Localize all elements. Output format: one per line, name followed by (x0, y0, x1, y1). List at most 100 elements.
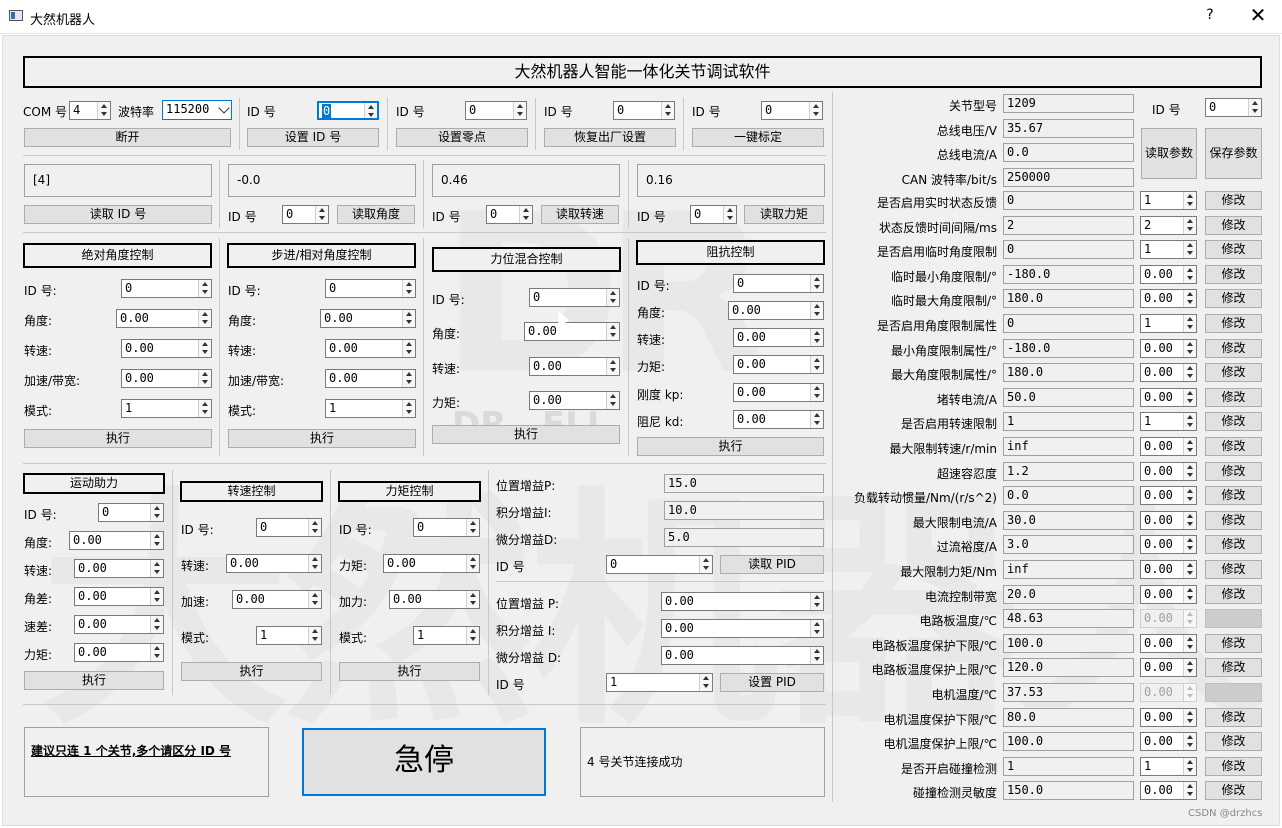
read-torque-button[interactable]: 读取力矩 (744, 205, 824, 224)
set-zero-button[interactable]: 设置零点 (396, 128, 528, 147)
param-new-value-spinbox[interactable]: 0.00 (1140, 510, 1197, 530)
disconnect-button[interactable]: 断开 (24, 128, 231, 147)
param-modify-button[interactable]: 修改 (1205, 412, 1262, 432)
param-modify-button[interactable]: 修改 (1205, 363, 1262, 383)
read-angle-id-spinbox[interactable]: 0 (282, 205, 329, 224)
speedctl-exec-button[interactable]: 执行 (181, 662, 322, 681)
read-pid-button[interactable]: 读取 PID (720, 555, 824, 574)
assist-exec-button[interactable]: 执行 (24, 671, 164, 690)
assist-id-spinbox[interactable]: 0 (98, 503, 164, 522)
set-id-button[interactable]: 设置 ID 号 (247, 128, 379, 147)
read-params-button[interactable]: 读取参数 (1141, 128, 1197, 179)
hybrid-speed-spinbox[interactable]: 0.00 (529, 357, 620, 376)
param-modify-button[interactable]: 修改 (1205, 535, 1262, 555)
param-modify-button[interactable]: 修改 (1205, 461, 1262, 481)
step-speed-spinbox[interactable]: 0.00 (325, 339, 416, 358)
param-new-value-spinbox[interactable]: 0.00 (1140, 363, 1197, 383)
pid-set-i-spinbox[interactable]: 0.00 (661, 619, 824, 638)
abs-mode-spinbox[interactable]: 1 (121, 399, 212, 418)
param-modify-button[interactable]: 修改 (1205, 732, 1262, 752)
save-params-button[interactable]: 保存参数 (1205, 128, 1262, 179)
param-new-value-spinbox[interactable]: 1 (1140, 756, 1197, 776)
param-new-value-spinbox[interactable]: 1 (1140, 314, 1197, 333)
param-modify-button[interactable]: 修改 (1205, 510, 1262, 530)
param-new-value-spinbox[interactable]: 1 (1140, 240, 1197, 260)
param-modify-button[interactable]: 修改 (1205, 658, 1262, 678)
pid-set-d-spinbox[interactable]: 0.00 (661, 646, 824, 665)
param-new-value-spinbox[interactable]: 0.00 (1140, 707, 1197, 727)
param-new-value-spinbox[interactable]: 0.00 (1140, 732, 1197, 752)
param-new-value-spinbox[interactable]: 0.00 (1140, 535, 1197, 555)
close-button[interactable]: ✕ (1244, 3, 1272, 27)
torquectl-mode-spinbox[interactable]: 1 (413, 626, 480, 645)
param-modify-button[interactable]: 修改 (1205, 707, 1262, 727)
set-pid-button[interactable]: 设置 PID (720, 673, 824, 692)
param-new-value-spinbox[interactable]: 0.00 (1140, 461, 1197, 481)
param-new-value-spinbox[interactable]: 1 (1140, 412, 1197, 432)
hybrid-id-spinbox[interactable]: 0 (529, 288, 620, 307)
param-new-value-spinbox[interactable]: 2 (1140, 215, 1197, 235)
abs-exec-button[interactable]: 执行 (24, 429, 212, 448)
imp-kp-spinbox[interactable]: 0.00 (733, 383, 824, 402)
speedctl-acc-spinbox[interactable]: 0.00 (232, 590, 322, 609)
hybrid-torque-spinbox[interactable]: 0.00 (529, 391, 620, 410)
read-torque-id-spinbox[interactable]: 0 (690, 205, 737, 224)
pid-set-p-spinbox[interactable]: 0.00 (661, 592, 824, 611)
param-modify-button[interactable]: 修改 (1205, 314, 1262, 333)
torquectl-torque-spinbox[interactable]: 0.00 (383, 554, 480, 573)
hybrid-angle-spinbox[interactable]: 0.00 (524, 322, 620, 341)
one-key-calibrate-button[interactable]: 一键标定 (692, 128, 824, 147)
imp-kd-spinbox[interactable]: 0.00 (733, 410, 824, 429)
torquectl-acc-spinbox[interactable]: 0.00 (389, 590, 480, 609)
abs-acc-spinbox[interactable]: 0.00 (121, 369, 212, 388)
param-new-value-spinbox[interactable]: 0.00 (1140, 289, 1197, 309)
speedctl-id-spinbox[interactable]: 0 (256, 518, 322, 537)
calib-id-spinbox[interactable]: 0 (761, 101, 823, 120)
read-speed-button[interactable]: 读取转速 (541, 205, 619, 224)
param-new-value-spinbox[interactable]: 1 (1140, 191, 1197, 210)
param-new-value-spinbox[interactable]: 0.00 (1140, 560, 1197, 579)
param-modify-button[interactable]: 修改 (1205, 387, 1262, 407)
param-new-value-spinbox[interactable]: 0.00 (1140, 658, 1197, 678)
factory-reset-button[interactable]: 恢复出厂设置 (544, 128, 676, 147)
assist-adiff-spinbox[interactable]: 0.00 (74, 587, 164, 606)
param-modify-button[interactable]: 修改 (1205, 240, 1262, 260)
hybrid-exec-button[interactable]: 执行 (432, 425, 620, 444)
assist-sdiff-spinbox[interactable]: 0.00 (74, 615, 164, 634)
step-acc-spinbox[interactable]: 0.00 (325, 369, 416, 388)
torquectl-exec-button[interactable]: 执行 (339, 662, 480, 681)
param-modify-button[interactable]: 修改 (1205, 215, 1262, 235)
read-id-button[interactable]: 读取 ID 号 (24, 205, 212, 224)
pid-read-id-spinbox[interactable]: 0 (606, 555, 713, 574)
step-angle-spinbox[interactable]: 0.00 (320, 309, 416, 328)
assist-torque-spinbox[interactable]: 0.00 (74, 643, 164, 662)
param-new-value-spinbox[interactable]: 0.00 (1140, 486, 1197, 506)
step-id-spinbox[interactable]: 0 (325, 279, 416, 298)
torquectl-id-spinbox[interactable]: 0 (413, 518, 480, 537)
imp-exec-button[interactable]: 执行 (637, 437, 824, 456)
read-angle-button[interactable]: 读取角度 (337, 205, 415, 224)
param-modify-button[interactable]: 修改 (1205, 756, 1262, 776)
param-modify-button[interactable]: 修改 (1205, 264, 1262, 284)
emergency-stop-button[interactable]: 急停 (302, 728, 546, 796)
param-new-value-spinbox[interactable]: 0.00 (1140, 387, 1197, 407)
speedctl-speed-spinbox[interactable]: 0.00 (226, 554, 322, 573)
param-modify-button[interactable]: 修改 (1205, 191, 1262, 210)
param-new-value-spinbox[interactable]: 0.00 (1140, 584, 1197, 604)
read-speed-id-spinbox[interactable]: 0 (486, 205, 533, 224)
param-new-value-spinbox[interactable]: 0.00 (1140, 633, 1197, 653)
abs-angle-spinbox[interactable]: 0.00 (116, 309, 212, 328)
param-new-value-spinbox[interactable]: 0.00 (1140, 264, 1197, 284)
speedctl-mode-spinbox[interactable]: 1 (256, 626, 322, 645)
imp-id-spinbox[interactable]: 0 (733, 274, 824, 293)
param-modify-button[interactable]: 修改 (1205, 633, 1262, 653)
param-modify-button[interactable]: 修改 (1205, 289, 1262, 309)
imp-angle-spinbox[interactable]: 0.00 (728, 301, 824, 320)
param-modify-button[interactable]: 修改 (1205, 781, 1262, 801)
help-button[interactable]: ? (1198, 7, 1222, 23)
param-new-value-spinbox[interactable]: 0.00 (1140, 437, 1197, 456)
param-modify-button[interactable]: 修改 (1205, 560, 1262, 579)
imp-speed-spinbox[interactable]: 0.00 (733, 328, 824, 347)
abs-id-spinbox[interactable]: 0 (121, 279, 212, 298)
step-exec-button[interactable]: 执行 (228, 429, 416, 448)
